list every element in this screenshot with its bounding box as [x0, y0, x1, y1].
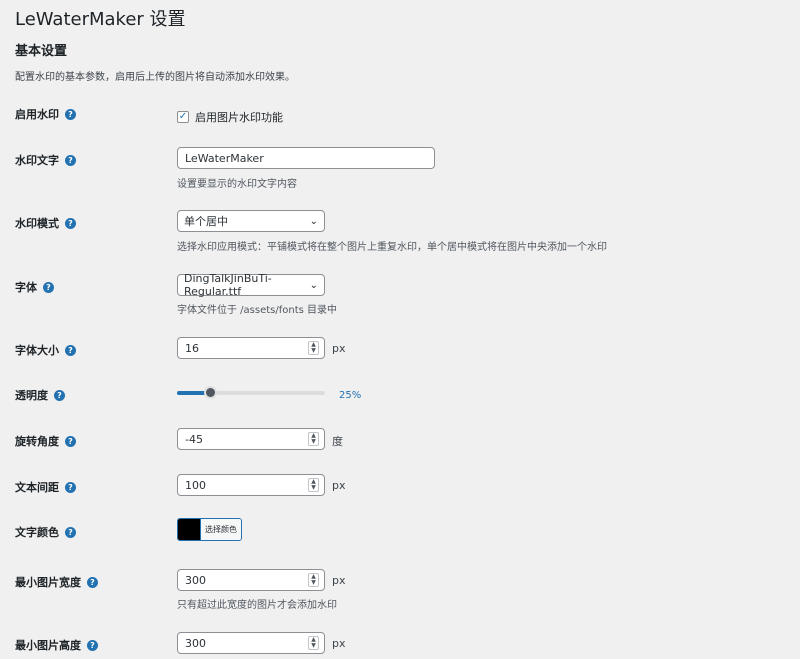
font-label: 字体 ? [15, 279, 54, 295]
enable-field: ✓ 启用图片水印功能 [177, 106, 283, 125]
rotation-input[interactable]: -45 ▲ ▼ [177, 428, 325, 450]
mode-description: 选择水印应用模式：平铺模式将在整个图片上重复水印，单个居中模式将在图片中央添加一… [177, 242, 607, 253]
help-icon[interactable]: ? [65, 217, 76, 229]
opacity-slider[interactable] [177, 385, 325, 401]
mode-label: 水印模式 ? [15, 215, 76, 231]
min-height-unit: px [332, 637, 346, 650]
help-icon[interactable]: ? [65, 154, 76, 166]
help-icon[interactable]: ? [54, 389, 65, 401]
text-label: 水印文字 ? [15, 152, 76, 168]
watermark-text-input[interactable]: LeWaterMaker [177, 147, 435, 169]
text-description: 设置要显示的水印文字内容 [177, 179, 297, 190]
min-width-input[interactable]: 300 ▲ ▼ [177, 569, 325, 591]
section-description: 配置水印的基本参数，启用后上传的图片将自动添加水印效果。 [15, 72, 295, 83]
color-swatch[interactable] [178, 519, 200, 540]
spacing-field-wrap: 100 ▲ ▼ [177, 474, 325, 496]
help-icon[interactable]: ? [65, 481, 76, 493]
text-field-wrap: LeWaterMaker [177, 147, 435, 169]
rotation-field-wrap: -45 ▲ ▼ [177, 428, 325, 450]
help-icon[interactable]: ? [65, 526, 76, 538]
rotation-label: 旋转角度 ? [15, 433, 76, 449]
font-field-wrap: DingTalkJinBuTi-Regular.ttf ⌄ [177, 272, 325, 298]
opacity-slider-track[interactable] [177, 391, 325, 395]
font-size-unit: px [332, 342, 346, 355]
help-icon[interactable]: ? [43, 281, 54, 293]
help-icon[interactable]: ? [65, 435, 76, 447]
color-field-wrap: 选择颜色 [177, 518, 242, 541]
color-label: 文字颜色 ? [15, 524, 76, 540]
help-icon[interactable]: ? [65, 108, 76, 120]
font-description: 字体文件位于 /assets/fonts 目录中 [177, 305, 338, 316]
font-select[interactable]: DingTalkJinBuTi-Regular.ttf ⌄ [177, 272, 325, 298]
font-size-input[interactable]: 16 ▲ ▼ [177, 337, 325, 359]
spacing-input[interactable]: 100 ▲ ▼ [177, 474, 325, 496]
chevron-down-icon: ⌄ [309, 215, 318, 227]
spinner-arrows-icon[interactable]: ▲ ▼ [308, 432, 319, 446]
chevron-down-icon: ⌄ [309, 279, 318, 291]
enable-label: 启用水印 ? [15, 106, 76, 122]
spinner-arrows-icon[interactable]: ▲ ▼ [308, 478, 319, 492]
enable-checkbox-label[interactable]: 启用图片水印功能 [195, 111, 283, 124]
font-size-label: 字体大小 ? [15, 342, 76, 358]
mode-field-wrap: 单个居中 ⌄ [177, 210, 325, 232]
color-picker-button[interactable]: 选择颜色 [177, 518, 242, 541]
min-height-input[interactable]: 300 ▲ ▼ [177, 632, 325, 654]
min-height-field-wrap: 300 ▲ ▼ [177, 632, 325, 654]
help-icon[interactable]: ? [87, 576, 98, 588]
enable-checkbox[interactable]: ✓ [177, 110, 189, 123]
spacing-label: 文本间距 ? [15, 479, 76, 495]
checkmark-icon: ✓ [178, 111, 188, 122]
opacity-slider-handle[interactable] [204, 386, 217, 399]
min-width-label: 最小图片宽度 ? [15, 574, 98, 590]
spinner-arrows-icon[interactable]: ▲ ▼ [308, 636, 319, 650]
spinner-arrows-icon[interactable]: ▲ ▼ [308, 573, 319, 587]
color-picker-label[interactable]: 选择颜色 [200, 519, 241, 540]
min-width-field-wrap: 300 ▲ ▼ [177, 569, 325, 591]
spacing-unit: px [332, 479, 346, 492]
spinner-arrows-icon[interactable]: ▲ ▼ [308, 341, 319, 355]
min-width-description: 只有超过此宽度的图片才会添加水印 [177, 600, 337, 611]
min-height-label: 最小图片高度 ? [15, 637, 98, 653]
opacity-label: 透明度 ? [15, 387, 65, 403]
help-icon[interactable]: ? [65, 344, 76, 356]
mode-select[interactable]: 单个居中 ⌄ [177, 210, 325, 232]
font-size-field-wrap: 16 ▲ ▼ [177, 337, 325, 359]
opacity-value: 25% [339, 390, 362, 401]
rotation-unit: 度 [332, 435, 343, 448]
page-title: LeWaterMaker 设置 [15, 9, 186, 30]
min-width-unit: px [332, 574, 346, 587]
help-icon[interactable]: ? [87, 639, 98, 651]
section-title: 基本设置 [15, 44, 68, 59]
